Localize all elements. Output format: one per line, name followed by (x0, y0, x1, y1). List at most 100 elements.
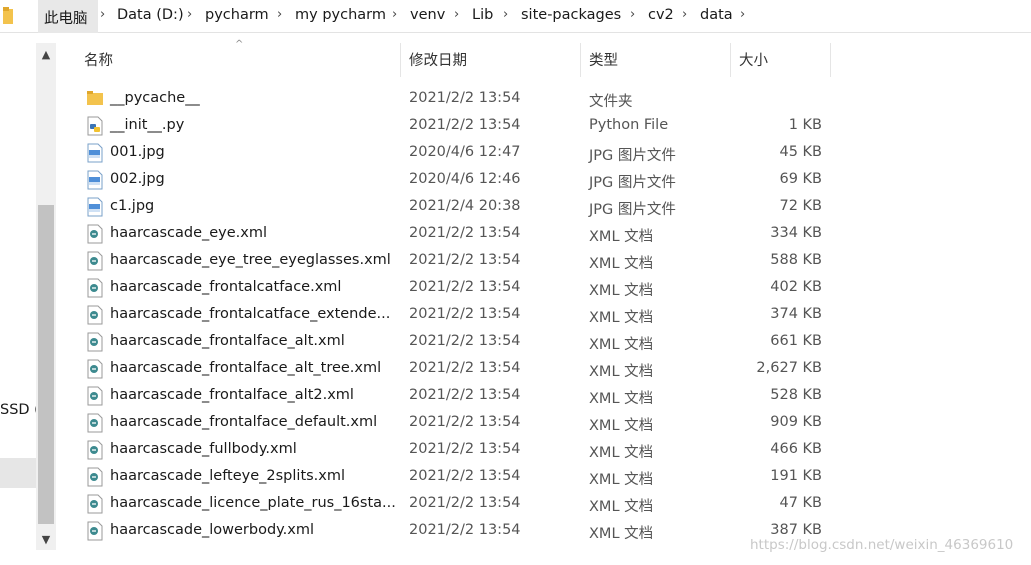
file-name: haarcascade_frontalface_alt_tree.xml (110, 360, 382, 376)
file-size: 402 KB (770, 279, 822, 295)
python-file-icon (86, 116, 104, 136)
file-type: XML 文档 (589, 256, 654, 272)
image-file-icon (86, 170, 104, 190)
file-type: XML 文档 (589, 283, 654, 299)
file-row[interactable]: 001.jpg 2020/4/6 12:47 JPG 图片文件 45 KB (76, 140, 836, 167)
file-name: c1.jpg (110, 198, 155, 214)
file-row[interactable]: __init__.py 2021/2/2 13:54 Python File 1 KB (76, 113, 836, 140)
file-row[interactable]: haarcascade_frontalface_alt_tree.xml 2021… (76, 356, 836, 383)
file-name: haarcascade_frontalcatface_extende... (110, 306, 391, 322)
file-name: haarcascade_licence_plate_rus_16sta... (110, 495, 396, 511)
chevron-right-icon[interactable]: › (740, 7, 745, 22)
file-type: XML 文档 (589, 310, 654, 326)
file-name: haarcascade_lowerbody.xml (110, 522, 315, 538)
file-date: 2021/2/2 13:54 (409, 279, 521, 295)
file-name: __init__.py (110, 117, 185, 133)
breadcrumb-item[interactable]: 此电脑 (44, 7, 88, 28)
file-date: 2021/2/2 13:54 (409, 225, 521, 241)
file-name: 002.jpg (110, 171, 165, 187)
image-file-icon (86, 143, 104, 163)
file-type: JPG 图片文件 (589, 175, 676, 191)
file-row[interactable]: haarcascade_fullbody.xml 2021/2/2 13:54 XM… (76, 437, 836, 464)
file-row[interactable]: haarcascade_frontalface_default.xml 2021/… (76, 410, 836, 437)
file-date: 2020/4/6 12:47 (409, 144, 521, 160)
breadcrumb-item[interactable]: Lib (472, 7, 493, 23)
file-date: 2021/2/2 13:54 (409, 441, 521, 457)
file-date: 2021/2/2 13:54 (409, 117, 521, 133)
file-row[interactable]: haarcascade_lefteye_2splits.xml 2021/2/2 … (76, 464, 836, 491)
xml-file-icon (86, 386, 104, 406)
breadcrumb-item[interactable]: pycharm (205, 7, 269, 23)
file-size: 528 KB (770, 387, 822, 403)
xml-file-icon (86, 305, 104, 325)
file-date: 2020/4/6 12:46 (409, 171, 521, 187)
file-size: 47 KB (779, 495, 822, 511)
xml-file-icon (86, 494, 104, 514)
file-date: 2021/2/2 13:54 (409, 387, 521, 403)
file-row[interactable]: haarcascade_frontalcatface.xml 2021/2/2 1… (76, 275, 836, 302)
chevron-right-icon[interactable]: › (682, 7, 687, 22)
file-type: XML 文档 (589, 472, 654, 488)
address-bar[interactable]: 此电脑 › Data (D:) › pycharm › my pycharm › venv › Li… (0, 0, 1031, 33)
column-type[interactable]: 类型 (581, 43, 731, 77)
scrollbar-thumb[interactable] (38, 205, 54, 524)
file-size: 374 KB (770, 306, 822, 322)
breadcrumb-item[interactable]: venv (410, 7, 445, 23)
file-type: XML 文档 (589, 445, 654, 461)
chevron-right-icon[interactable]: › (454, 7, 459, 22)
chevron-right-icon[interactable]: › (100, 7, 105, 22)
chevron-right-icon[interactable]: › (187, 7, 192, 22)
breadcrumb-item[interactable]: site-packages (521, 7, 621, 23)
nav-selected-item[interactable] (0, 458, 36, 488)
file-size: 661 KB (770, 333, 822, 349)
folder-icon (86, 89, 104, 109)
scroll-down-icon[interactable]: ▼ (36, 528, 56, 550)
file-size: 72 KB (779, 198, 822, 214)
breadcrumb-item[interactable]: cv2 (648, 7, 674, 23)
column-size[interactable]: 大小 (731, 43, 831, 77)
file-row[interactable]: __pycache__ 2021/2/2 13:54 文件夹 (76, 86, 836, 113)
file-row[interactable]: haarcascade_eye_tree_eyeglasses.xml 2021/… (76, 248, 836, 275)
navigation-pane[interactable] (0, 33, 36, 565)
file-name: haarcascade_eye_tree_eyeglasses.xml (110, 252, 391, 268)
file-row[interactable]: haarcascade_frontalface_alt2.xml 2021/2/2… (76, 383, 836, 410)
chevron-right-icon[interactable]: › (630, 7, 635, 22)
chevron-right-icon[interactable]: › (277, 7, 282, 22)
file-size: 191 KB (770, 468, 822, 484)
folder-icon (3, 7, 17, 29)
file-row[interactable]: 002.jpg 2020/4/6 12:46 JPG 图片文件 69 KB (76, 167, 836, 194)
file-row[interactable]: haarcascade_eye.xml 2021/2/2 13:54 XML 文档 3… (76, 221, 836, 248)
file-type: XML 文档 (589, 337, 654, 353)
xml-file-icon (86, 413, 104, 433)
file-date: 2021/2/2 13:54 (409, 414, 521, 430)
sort-ascending-icon: ^ (235, 39, 244, 50)
file-type: XML 文档 (589, 391, 654, 407)
breadcrumb-item[interactable]: my pycharm (295, 7, 386, 23)
vertical-scrollbar[interactable]: ▲ ▼ (36, 43, 56, 550)
file-size: 334 KB (770, 225, 822, 241)
file-date: 2021/2/2 13:54 (409, 468, 521, 484)
file-type: XML 文档 (589, 418, 654, 434)
file-row[interactable]: haarcascade_licence_plate_rus_16sta... 20… (76, 491, 836, 518)
file-row[interactable]: haarcascade_frontalcatface_extende... 202… (76, 302, 836, 329)
xml-file-icon (86, 251, 104, 271)
scroll-up-icon[interactable]: ▲ (36, 43, 56, 65)
chevron-right-icon[interactable]: › (503, 7, 508, 22)
file-row[interactable]: c1.jpg 2021/2/4 20:38 JPG 图片文件 72 KB (76, 194, 836, 221)
file-row[interactable]: haarcascade_lowerbody.xml 2021/2/2 13:54 X… (76, 518, 836, 545)
file-size: 1 KB (788, 117, 822, 133)
chevron-right-icon[interactable]: › (392, 7, 397, 22)
file-name: 001.jpg (110, 144, 165, 160)
file-date: 2021/2/4 20:38 (409, 198, 521, 214)
column-date[interactable]: 修改日期 (401, 43, 581, 77)
file-type: XML 文档 (589, 499, 654, 515)
file-date: 2021/2/2 13:54 (409, 360, 521, 376)
column-header: 名称 修改日期 类型 大小 (76, 43, 832, 77)
breadcrumb-item[interactable]: Data (D:) (117, 7, 184, 23)
file-row[interactable]: haarcascade_frontalface_alt.xml 2021/2/2 … (76, 329, 836, 356)
file-type: Python File (589, 117, 669, 133)
nav-drive-label[interactable]: SSD ( (0, 402, 40, 418)
breadcrumb-item[interactable]: data (700, 7, 733, 23)
file-date: 2021/2/2 13:54 (409, 306, 521, 322)
xml-file-icon (86, 467, 104, 487)
